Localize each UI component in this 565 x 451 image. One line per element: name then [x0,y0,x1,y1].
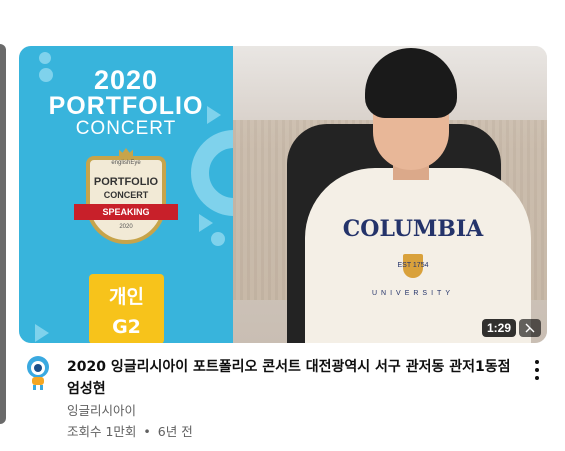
miniplayer-button[interactable] [519,319,541,337]
sweater-est: EST 1754 [397,262,429,269]
sweater-logo: COLUMBIA [342,216,484,242]
video-details: 2020 잉글리시아이 포트폴리오 콘서트 대전광역시 서구 관저동 관저1동점… [19,355,547,445]
badge-shield [86,156,166,244]
more-actions-button[interactable] [529,357,545,383]
miniplayer-icon [525,323,535,333]
portfolio-concert-badge: englishEye PORTFOLIO CONCERT SPEAKING 20… [72,148,180,250]
badge-brand: englishEye [111,160,141,166]
badge-line2: CONCERT [103,190,149,200]
decor-triangle [199,214,213,232]
decor-triangle [35,324,49,342]
decor-ring [191,130,233,216]
channel-avatar[interactable] [24,355,52,391]
thumbnail-title-panel: 2020 PORTFOLIO CONCERT englishEye PORTFO… [19,46,233,343]
level-box: 개인 G2 [89,274,164,343]
decor-dot [211,232,225,246]
more-vert-icon [535,376,539,380]
sweater-university: UNIVERSITY [371,290,454,297]
event-subtitle: CONCERT [75,118,177,139]
level-grade: G2 [112,316,141,338]
upload-age: 6년 전 [157,424,193,439]
view-count: 조회수 1만회 [67,424,137,439]
crown-icon [119,148,133,156]
level-type: 개인 [109,286,144,308]
decor-dot [39,52,51,64]
badge-line1: PORTFOLIO [93,176,159,188]
more-vert-icon [535,368,539,372]
meta-separator: • [143,424,151,439]
previous-video-card-edge[interactable] [0,44,6,424]
video-thumbnail[interactable]: 2020 PORTFOLIO CONCERT englishEye PORTFO… [19,46,547,343]
hair [365,48,457,118]
event-title: PORTFOLIO [48,92,204,120]
badge-year: 2020 [119,224,133,230]
duration-badge: 1:29 [481,319,516,337]
video-title[interactable]: 2020 잉글리시아이 포트폴리오 콘서트 대전광역시 서구 관저동 관저1동점… [67,356,527,400]
mascot-avatar-icon [27,356,49,390]
badge-ribbon: SPEAKING [74,204,178,220]
more-vert-icon [535,360,539,364]
channel-name[interactable]: 잉글리시아이 [67,402,136,420]
video-card[interactable]: 2020 PORTFOLIO CONCERT englishEye PORTFO… [19,46,547,439]
video-stats: 조회수 1만회 • 6년 전 [67,423,193,441]
thumbnail-photo: COLUMBIA EST 1754 UNIVERSITY [233,46,547,343]
